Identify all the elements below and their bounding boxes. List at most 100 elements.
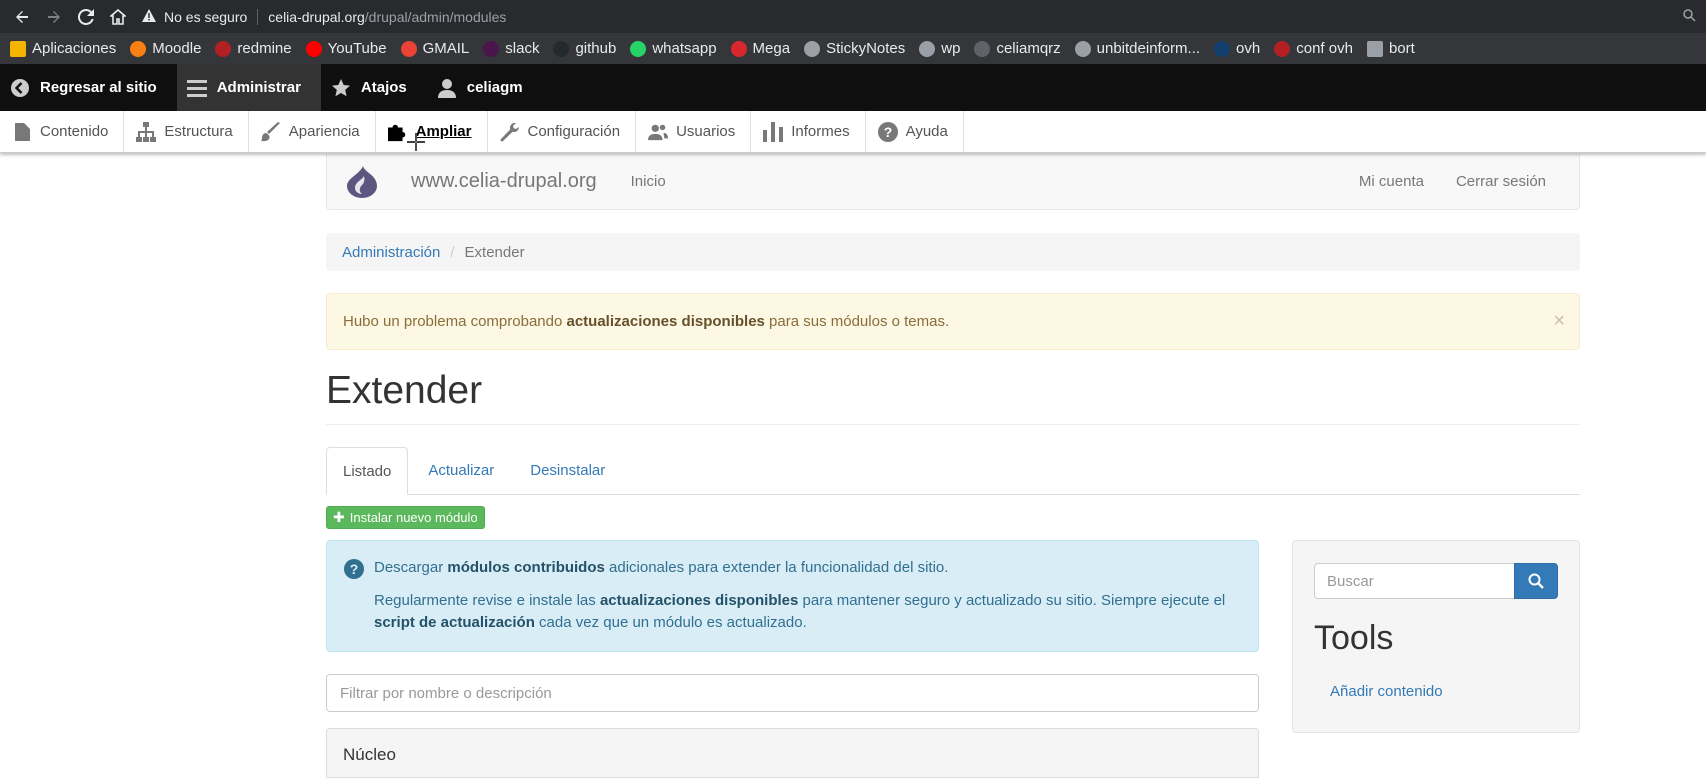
mega-icon — [730, 40, 747, 57]
bookmark-item[interactable]: wp — [919, 40, 960, 57]
my-account-link[interactable]: Mi cuenta — [1359, 173, 1424, 190]
bookmark-label: Mega — [752, 40, 791, 57]
tray-item-help[interactable]: ? Ayuda — [866, 111, 964, 152]
slack-icon — [483, 40, 500, 57]
plus-icon: ✚ — [333, 509, 345, 525]
breadcrumb-link[interactable]: Administración — [342, 244, 440, 261]
shortcuts-menu[interactable]: Atajos — [321, 64, 427, 111]
bookmark-item[interactable]: Moodle — [130, 40, 201, 57]
bookmark-item[interactable]: Aplicaciones — [10, 40, 116, 57]
user-icon — [437, 78, 457, 98]
bookmark-item[interactable]: whatsapp — [630, 40, 717, 57]
document-icon — [12, 122, 32, 142]
redmine-icon — [215, 40, 232, 57]
tray-item-people[interactable]: Usuarios — [636, 111, 752, 152]
apps-grid-icon — [10, 40, 26, 57]
info-paragraph-1: Descargar módulos contribuidos adicional… — [374, 559, 949, 576]
zoom-icon[interactable] — [1683, 8, 1696, 25]
info-paragraph-2: Regularmente revise e instale las actual… — [374, 592, 1226, 631]
alert-updates-link[interactable]: actualizaciones disponibles — [566, 313, 764, 330]
user-menu[interactable]: celiagm — [427, 64, 543, 111]
star-icon — [331, 78, 351, 98]
puzzle-icon — [387, 122, 408, 142]
breadcrumb-current: Extender — [464, 243, 525, 261]
tray-label: Apariencia — [288, 123, 360, 140]
admin-tray: Contenido Estructura Apariencia Ampliar … — [0, 111, 1706, 153]
tray-label: Configuración — [527, 123, 621, 140]
ovh-icon — [1214, 40, 1231, 57]
bookmark-item[interactable]: unbitdeinform... — [1074, 40, 1200, 57]
tray-label: Contenido — [40, 123, 109, 140]
update-script-link[interactable]: script de actualización — [374, 614, 535, 631]
bookmark-label: YouTube — [327, 40, 387, 57]
people-icon — [648, 122, 669, 142]
github-icon — [553, 40, 570, 57]
globe-icon — [974, 40, 991, 57]
contrib-modules-link[interactable]: módulos contribuidos — [447, 559, 605, 576]
url-divider — [257, 8, 259, 25]
folder-icon — [1366, 40, 1383, 57]
bookmark-item[interactable]: StickyNotes — [804, 40, 905, 57]
logout-link[interactable]: Cerrar sesión — [1456, 173, 1546, 190]
search-input[interactable]: Buscar — [1314, 563, 1514, 599]
bookmark-item[interactable]: GMAIL — [400, 40, 469, 57]
local-tabs: Listado Actualizar Desinstalar — [326, 447, 1580, 495]
back-circle-icon — [10, 78, 30, 98]
globe-icon — [804, 40, 821, 57]
wrench-icon — [500, 122, 520, 142]
bookmark-label: bort — [1388, 40, 1415, 57]
url-host: celia-drupal.org — [268, 8, 365, 25]
tray-item-structure[interactable]: Estructura — [124, 111, 249, 152]
moodle-icon — [130, 40, 147, 57]
tray-item-appearance[interactable]: Apariencia — [249, 111, 376, 152]
bookmark-label: github — [575, 40, 617, 57]
tab-uninstall[interactable]: Desinstalar — [514, 446, 621, 494]
help-icon: ? — [877, 121, 898, 142]
site-header: www.celia-drupal.org Inicio Mi cuenta Ce… — [326, 154, 1580, 210]
tray-item-content[interactable]: Contenido — [0, 111, 125, 152]
search-button[interactable] — [1514, 563, 1558, 599]
sidebar-tools: Buscar Tools Añadir contenido — [1292, 540, 1580, 733]
question-circle-icon: ? — [344, 559, 364, 579]
install-new-module-button[interactable]: ✚ Instalar nuevo módulo — [326, 506, 485, 529]
home-link[interactable]: Inicio — [631, 173, 666, 190]
site-name[interactable]: www.celia-drupal.org — [411, 170, 597, 193]
globe-icon — [1074, 40, 1091, 57]
back-to-site-link[interactable]: Regresar al sitio — [0, 64, 177, 111]
bookmark-item[interactable]: bort — [1366, 40, 1415, 57]
add-content-link[interactable]: Añadir contenido — [1330, 683, 1443, 700]
bookmark-item[interactable]: slack — [483, 40, 539, 57]
tray-item-configuration[interactable]: Configuración — [488, 111, 637, 152]
bookmark-label: redmine — [237, 40, 292, 57]
bookmark-label: ovh — [1236, 40, 1261, 57]
url-path: /drupal/admin/modules — [364, 8, 507, 25]
bookmark-item[interactable]: Mega — [730, 40, 791, 57]
globe-icon — [919, 40, 936, 57]
manage-menu[interactable]: Administrar — [176, 64, 321, 111]
back-icon[interactable] — [10, 5, 34, 29]
available-updates-link[interactable]: actualizaciones disponibles — [600, 592, 798, 609]
reload-icon[interactable] — [74, 5, 98, 29]
bookmark-label: whatsapp — [652, 40, 717, 57]
tab-list[interactable]: Listado — [326, 447, 409, 495]
bookmark-item[interactable]: redmine — [215, 40, 292, 57]
close-icon[interactable]: × — [1553, 310, 1565, 333]
tab-update[interactable]: Actualizar — [412, 446, 510, 494]
bookmark-item[interactable]: YouTube — [305, 40, 387, 57]
forward-icon[interactable] — [42, 5, 66, 29]
tray-item-extend[interactable]: Ampliar — [376, 111, 488, 152]
bookmark-item[interactable]: ovh — [1214, 40, 1260, 57]
core-modules-section[interactable]: Núcleo — [326, 728, 1259, 778]
url-field[interactable]: No es seguro celia-drupal.org/drupal/adm… — [142, 4, 1683, 30]
module-filter-input[interactable]: Filtrar por nombre o descripción — [326, 674, 1259, 712]
bookmark-label: Aplicaciones — [32, 40, 117, 57]
admin-toolbar: Regresar al sitio Administrar Atajos cel… — [0, 64, 1706, 111]
bookmark-item[interactable]: github — [553, 40, 616, 57]
browser-address-bar: No es seguro celia-drupal.org/drupal/adm… — [0, 0, 1706, 33]
bookmark-label: slack — [505, 40, 540, 57]
bookmark-item[interactable]: conf ovh — [1274, 40, 1353, 57]
tray-item-reports[interactable]: Informes — [751, 111, 866, 152]
drupal-logo-icon[interactable] — [347, 165, 377, 198]
home-icon[interactable] — [106, 5, 130, 29]
bookmark-item[interactable]: celiamqrz — [974, 40, 1061, 57]
